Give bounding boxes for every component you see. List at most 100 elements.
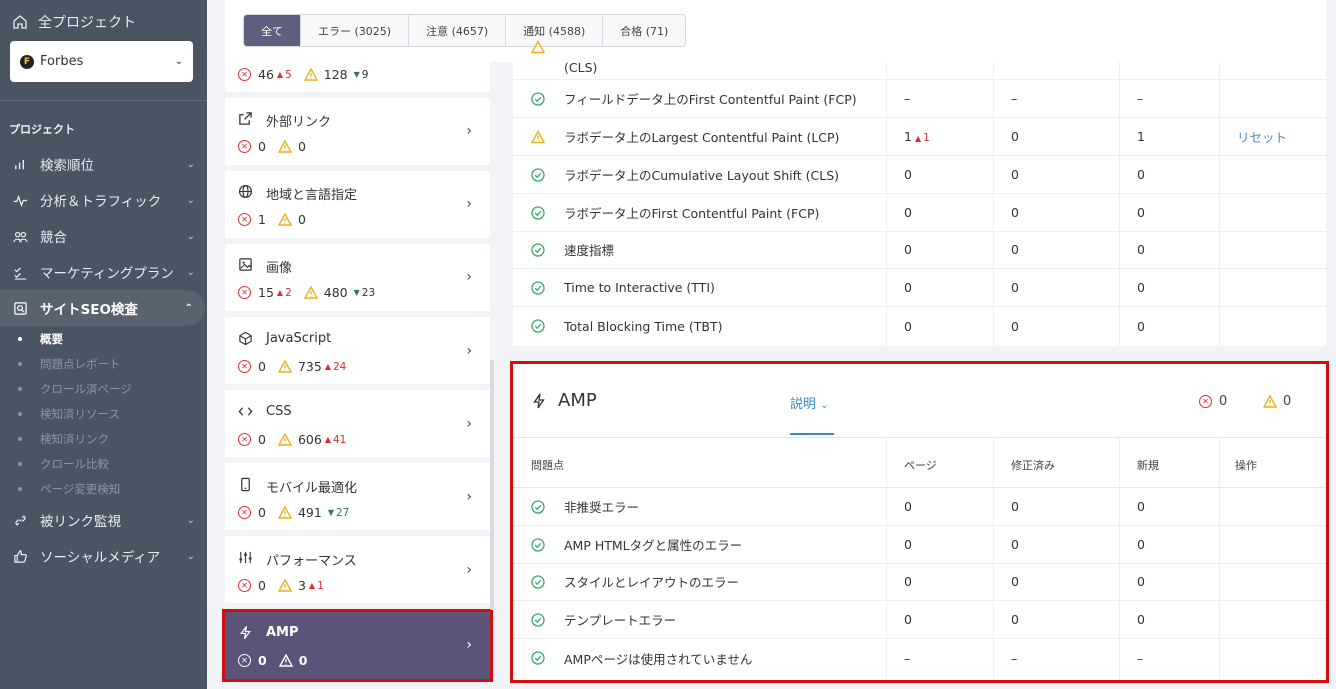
column-header-issue[interactable]: 問題点 — [531, 457, 564, 473]
sidebar-item-site-audit[interactable]: サイトSEO検査 ⌃ — [0, 290, 205, 326]
table-row[interactable]: Total Blocking Time (TBT) 0 0 0 — [513, 307, 1326, 345]
pages-count[interactable]: 0 — [904, 242, 912, 257]
sidebar-subitem-crawl-compare[interactable]: クロール比較 — [18, 451, 207, 476]
column-header-actions: 操作 — [1235, 459, 1257, 472]
column-header-fixed[interactable]: 修正済み — [1011, 457, 1055, 473]
sidebar-subitem-crawled-pages[interactable]: クロール済ページ — [18, 376, 207, 401]
chevron-down-icon: ⌄ — [186, 194, 195, 206]
reset-link[interactable]: リセット — [1237, 127, 1287, 146]
error-icon: ✕ — [238, 506, 251, 519]
error-icon: ✕ — [238, 360, 251, 373]
tab-errors[interactable]: エラー (3025) — [301, 15, 410, 46]
category-card-mobile[interactable]: モバイル最適化 ✕ 0 491 ▼ 27 › — [225, 463, 490, 530]
category-card-images[interactable]: 画像 ✕ 15 ▲ 2 480 ▼ 23 › — [225, 244, 490, 311]
new-count: 1 — [1137, 129, 1145, 144]
issue-name: テンプレートエラー — [564, 613, 677, 628]
table-row[interactable]: Time to Interactive (TTI) 0 0 0 — [513, 269, 1326, 307]
table-row[interactable]: ラボデータ上のFirst Contentful Paint (FCP) 0 0 … — [513, 194, 1326, 232]
sidebar-item-label: ソーシャルメディア — [40, 550, 161, 566]
table-row[interactable]: フィールドデータ上のFirst Contentful Paint (FCP) –… — [513, 80, 1326, 118]
sidebar-subitem-label: 検知済リソース — [40, 406, 120, 421]
sidebar-item-label: マーケティングプラン — [40, 266, 174, 282]
table-row[interactable]: 速度指標 0 0 0 — [513, 231, 1326, 269]
table-row[interactable]: AMPページは使用されていません – – – — [513, 639, 1326, 677]
category-card-amp[interactable]: AMP ✕ 0 0 › — [222, 609, 493, 682]
bar-chart-icon — [12, 156, 28, 172]
description-toggle[interactable]: 説明 ⌄ — [790, 393, 829, 412]
category-card-external-links[interactable]: 外部リンク ✕ 0 0 › — [225, 98, 490, 165]
category-card-css[interactable]: CSS ✕ 0 606 ▲ 41 › — [225, 390, 490, 457]
sidebar-item-competitors[interactable]: 競合 ⌄ — [0, 218, 207, 254]
bolt-icon — [238, 625, 253, 640]
column-header-new[interactable]: 新規 — [1137, 457, 1159, 473]
issue-name: フィールドデータ上のFirst Contentful Paint (FCP) — [564, 92, 857, 107]
pulse-icon — [12, 192, 28, 208]
chevron-right-icon: › — [466, 269, 472, 285]
sidebar-subitem-resources[interactable]: 検知済リソース — [18, 401, 207, 426]
tab-all[interactable]: 全て — [244, 15, 301, 46]
category-card-geo-language[interactable]: 地域と言語指定 ✕ 1 0 › — [225, 171, 490, 238]
sidebar-subitem-links[interactable]: 検知済リンク — [18, 426, 207, 451]
warning-count: 0 — [297, 212, 306, 227]
table-row[interactable]: スタイルとレイアウトのエラー 0 0 0 — [513, 563, 1326, 601]
error-count: 0 — [258, 653, 267, 668]
sidebar-subitem-issues[interactable]: 問題点レポート — [18, 351, 207, 376]
category-card-javascript[interactable]: JavaScript ✕ 0 735 ▲ 24 › — [225, 317, 490, 384]
sidebar-item-social-media[interactable]: ソーシャルメディア ⌄ — [0, 538, 207, 574]
table-row[interactable]: AMP HTMLタグと属性のエラー 0 0 0 — [513, 526, 1326, 564]
warning-count: 0 — [1283, 394, 1292, 409]
tab-warnings[interactable]: 注意 (4657) — [409, 15, 507, 46]
pages-count[interactable]: 0 — [904, 280, 912, 295]
category-card-performance[interactable]: パフォーマンス ✕ 0 3 ▲ 1 › — [225, 536, 490, 603]
issue-name: Time to Interactive (TTI) — [564, 280, 715, 295]
pass-status-icon — [531, 242, 545, 257]
new-count: 0 — [1137, 242, 1145, 257]
pages-count[interactable]: 0 — [904, 612, 912, 627]
sidebar-item-marketing-plan[interactable]: マーケティングプラン ⌄ — [0, 254, 207, 290]
column-header-pages[interactable]: ページ — [904, 457, 937, 473]
pages-count[interactable]: 0 — [904, 499, 912, 514]
table-row[interactable]: ラボデータ上のCumulative Layout Shift (CLS) 0 0… — [513, 156, 1326, 194]
pages-count[interactable]: 0 — [904, 537, 912, 552]
chevron-down-icon: ⌄ — [186, 266, 195, 278]
list-scrollbar[interactable] — [490, 360, 494, 610]
table-header: 問題点 ページ 修正済み 新規 操作 — [513, 438, 1326, 488]
pages-count[interactable]: 0 — [904, 319, 912, 334]
sidebar-item-backlinks[interactable]: 被リンク監視 ⌄ — [0, 502, 207, 538]
pages-count[interactable]: 1 ▲ 1 — [904, 129, 930, 144]
chevron-right-icon: › — [466, 416, 472, 432]
table-row[interactable]: ラボデータ上のLargest Contentful Paint (LCP) 1 ▲… — [513, 118, 1326, 156]
decrease-arrow-icon: ▼ — [353, 70, 360, 79]
code-box-icon — [238, 331, 253, 346]
error-icon: ✕ — [238, 68, 251, 81]
project-select[interactable]: F Forbes ⌄ — [10, 41, 193, 82]
new-count: 0 — [1137, 205, 1145, 220]
mobile-icon — [238, 477, 253, 492]
error-count: 0 — [258, 359, 266, 374]
issue-name: 非推奨エラー — [564, 500, 640, 515]
sidebar-item-analytics[interactable]: 分析＆トラフィック ⌄ — [0, 182, 207, 218]
fixed-count: 0 — [1011, 280, 1019, 295]
pages-count[interactable]: 0 — [904, 167, 912, 182]
table-row[interactable]: (CLS) — [513, 40, 1326, 80]
increase-arrow-icon: ▲ — [914, 134, 922, 143]
pages-count[interactable]: – — [904, 651, 910, 666]
sidebar-item-rankings[interactable]: 検索順位 ⌄ — [0, 146, 207, 182]
error-total: ✕ 0 — [1199, 394, 1227, 409]
error-count: 0 — [258, 432, 266, 447]
error-icon: ✕ — [238, 433, 251, 446]
home-icon — [13, 15, 27, 29]
sidebar-divider — [0, 100, 207, 101]
pages-count[interactable]: – — [904, 91, 910, 106]
sidebar-subitem-overview[interactable]: 概要 — [18, 326, 207, 351]
table-row[interactable]: テンプレートエラー 0 0 0 — [513, 601, 1326, 639]
sidebar-subitem-page-changes[interactable]: ページ変更検知 — [18, 476, 207, 501]
pages-count[interactable]: 0 — [904, 574, 912, 589]
warning-increase: 1 — [317, 579, 324, 592]
pages-count[interactable]: 0 — [904, 205, 912, 220]
category-card-partial[interactable]: ✕ 46 ▲ 5 128 ▼ 9 — [225, 62, 490, 92]
fixed-count: 0 — [1011, 612, 1019, 627]
all-projects-link[interactable]: 全プロジェクト — [12, 12, 136, 32]
bullet-icon — [18, 436, 22, 441]
table-row[interactable]: 非推奨エラー 0 0 0 — [513, 488, 1326, 526]
